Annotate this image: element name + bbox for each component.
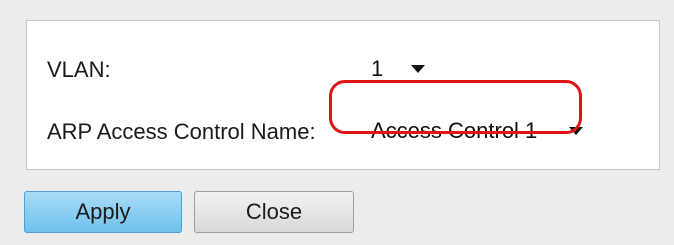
vlan-label: VLAN: bbox=[47, 57, 111, 82]
chevron-down-icon bbox=[411, 65, 425, 73]
vlan-select-value: 1 bbox=[371, 56, 384, 81]
apply-button[interactable]: Apply bbox=[24, 191, 182, 233]
highlight-annotation bbox=[329, 80, 582, 134]
close-button[interactable]: Close bbox=[194, 191, 354, 233]
arp-access-control-name-label: ARP Access Control Name: bbox=[47, 119, 316, 144]
